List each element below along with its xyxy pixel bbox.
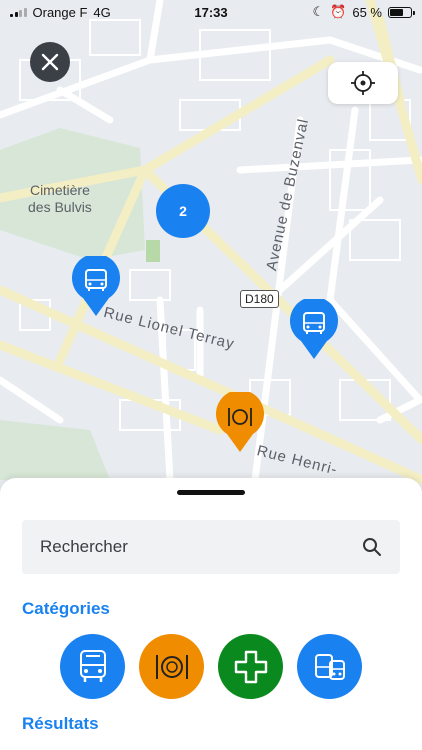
marker-bus-1[interactable] bbox=[71, 256, 121, 318]
map-label-cemetery-line1: Cimetière bbox=[29, 182, 90, 198]
map-label-cemetery: Cimetière des Bulvis bbox=[28, 182, 92, 216]
status-bar: Orange F 4G 17:33 ☾ ⏰ 65 % bbox=[0, 0, 422, 24]
restaurant-icon bbox=[155, 654, 188, 679]
map-label-cemetery-line2: des Bulvis bbox=[28, 199, 92, 215]
road-shield-d180: D180 bbox=[240, 290, 279, 308]
signal-icon bbox=[10, 7, 27, 17]
category-train-button[interactable] bbox=[297, 634, 362, 699]
search-placeholder: Rechercher bbox=[40, 537, 128, 556]
carrier-name: Orange F bbox=[32, 4, 88, 20]
network-type: 4G bbox=[93, 4, 111, 20]
battery-icon bbox=[388, 6, 415, 18]
status-left: Orange F 4G bbox=[10, 5, 111, 20]
locate-crosshair-icon bbox=[351, 71, 375, 95]
category-restaurant-button[interactable] bbox=[139, 634, 204, 699]
category-pharmacy-button[interactable] bbox=[218, 634, 283, 699]
battery-fill bbox=[390, 8, 403, 16]
status-right: ☾ ⏰ 65 % bbox=[312, 4, 415, 20]
restaurant-icon bbox=[216, 392, 264, 452]
category-bus-button[interactable] bbox=[60, 634, 125, 699]
search-field[interactable]: Rechercher bbox=[22, 520, 400, 574]
marker-cluster[interactable]: 2 bbox=[156, 184, 210, 238]
bus-icon bbox=[290, 299, 338, 359]
close-button[interactable] bbox=[30, 42, 70, 82]
bottom-sheet[interactable]: Rechercher Catégories Résultats bbox=[0, 478, 422, 750]
categories-title: Catégories bbox=[22, 599, 110, 618]
marker-restaurant[interactable] bbox=[215, 392, 265, 454]
moon-icon: ☾ bbox=[312, 4, 325, 19]
marker-bus-2[interactable] bbox=[289, 299, 339, 361]
sheet-drag-handle[interactable] bbox=[177, 490, 245, 495]
train-icon bbox=[314, 653, 345, 680]
battery-percent: 65 % bbox=[352, 4, 382, 20]
locate-button[interactable] bbox=[328, 62, 398, 104]
category-list bbox=[60, 634, 362, 699]
cross-icon bbox=[234, 650, 267, 683]
search-icon[interactable] bbox=[362, 537, 382, 557]
results-title: Résultats bbox=[22, 714, 99, 733]
bus-icon bbox=[72, 256, 120, 316]
alarm-icon: ⏰ bbox=[330, 4, 347, 19]
close-icon bbox=[41, 53, 59, 71]
bus-icon bbox=[79, 649, 106, 682]
